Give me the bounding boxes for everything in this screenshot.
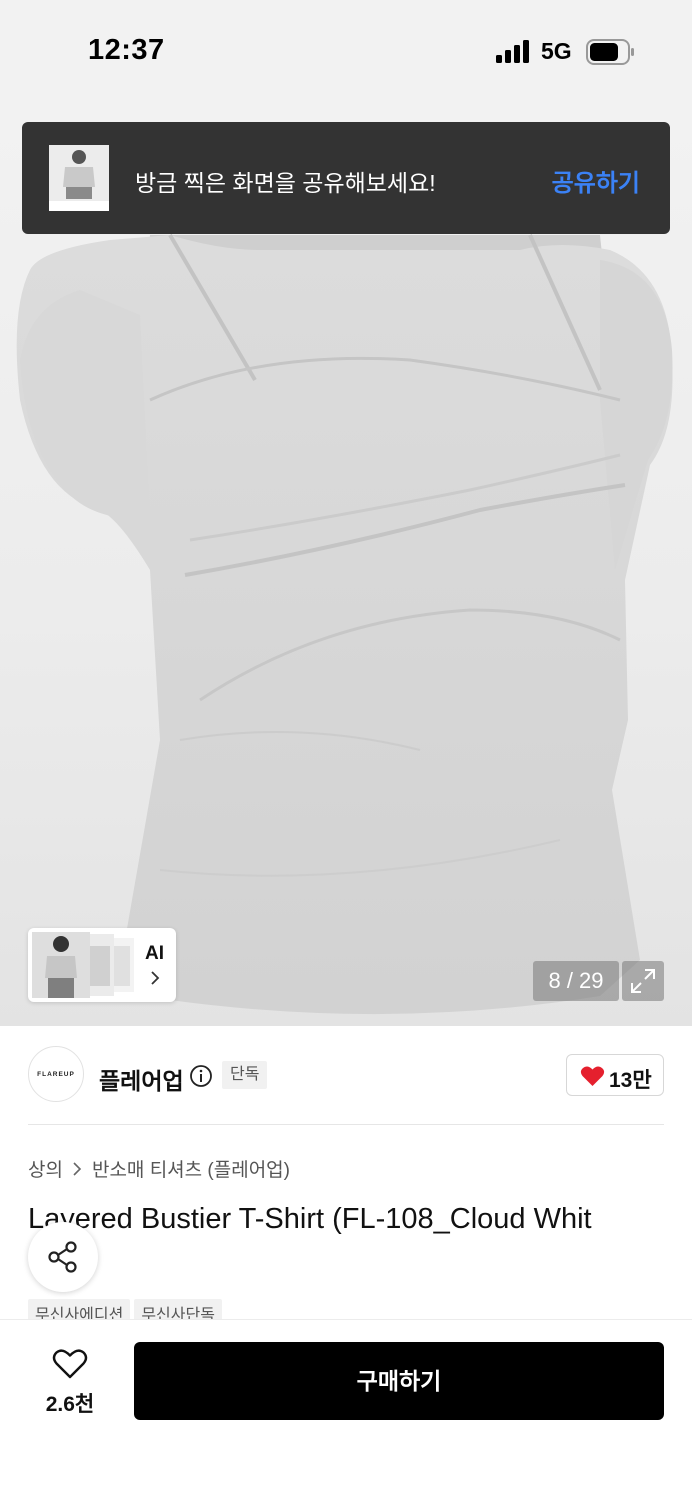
breadcrumb: 상의 반소매 티셔츠 (플레어업) bbox=[28, 1155, 290, 1182]
brand-like-count: 13만 bbox=[609, 1069, 652, 1092]
wishlist-button[interactable]: 2.6천 bbox=[28, 1344, 112, 1420]
ai-label: AI bbox=[145, 943, 164, 964]
signal-icon bbox=[496, 40, 529, 63]
chevron-right-icon bbox=[151, 971, 160, 985]
screenshot-thumbnail[interactable] bbox=[49, 145, 109, 211]
buy-button[interactable]: 구매하기 bbox=[134, 1342, 664, 1420]
expand-icon bbox=[631, 969, 655, 993]
share-icon bbox=[48, 1241, 77, 1273]
share-button[interactable] bbox=[28, 1222, 98, 1292]
brand-like-button[interactable]: 13만 bbox=[566, 1054, 664, 1096]
share-toast: 방금 찍은 화면을 공유해보세요! 공유하기 bbox=[22, 122, 670, 234]
ai-styling-chip[interactable]: AI bbox=[28, 928, 176, 1002]
network-label: 5G bbox=[541, 38, 572, 64]
toast-share-button[interactable]: 공유하기 bbox=[552, 163, 640, 198]
divider bbox=[28, 1124, 664, 1125]
wishlist-count: 2.6천 bbox=[45, 1393, 95, 1416]
battery-icon bbox=[586, 39, 634, 65]
chevron-right-icon bbox=[73, 1161, 82, 1176]
brand-row: FLAREUP 플레어업 단독 13만 bbox=[0, 1026, 692, 1126]
product-title: Layered Bustier T-Shirt (FL-108_Cloud Wh… bbox=[28, 1203, 592, 1235]
tag-musinsa-edition[interactable]: 무신사에디션 bbox=[28, 1299, 131, 1319]
brand-logo-text: FLAREUP bbox=[37, 1070, 75, 1078]
breadcrumb-category[interactable]: 상의 bbox=[28, 1155, 63, 1182]
bottom-action-bar: 2.6천 구매하기 bbox=[0, 1319, 692, 1500]
product-gallery[interactable] bbox=[0, 100, 692, 1026]
heart-outline-icon bbox=[52, 1349, 88, 1379]
status-bar: 12:37 5G bbox=[0, 0, 692, 100]
exclusive-badge: 단독 bbox=[222, 1061, 268, 1089]
breadcrumb-subcategory[interactable]: 반소매 티셔츠 (플레어업) bbox=[92, 1155, 290, 1182]
product-image bbox=[16, 233, 673, 1015]
status-time: 12:37 bbox=[88, 34, 165, 66]
tag-row: 무신사에디션 무신사단독 bbox=[28, 1299, 222, 1319]
brand-name[interactable]: 플레어업 bbox=[99, 1062, 184, 1096]
tag-musinsa-exclusive[interactable]: 무신사단독 bbox=[134, 1299, 222, 1319]
brand-logo[interactable]: FLAREUP bbox=[28, 1046, 84, 1102]
info-icon[interactable] bbox=[189, 1064, 213, 1088]
fullscreen-button[interactable] bbox=[622, 961, 664, 1001]
image-page-counter: 8 / 29 bbox=[533, 961, 619, 1001]
ai-thumbnails bbox=[32, 932, 134, 998]
toast-message: 방금 찍은 화면을 공유해보세요! bbox=[135, 170, 436, 196]
heart-icon bbox=[580, 1066, 605, 1086]
